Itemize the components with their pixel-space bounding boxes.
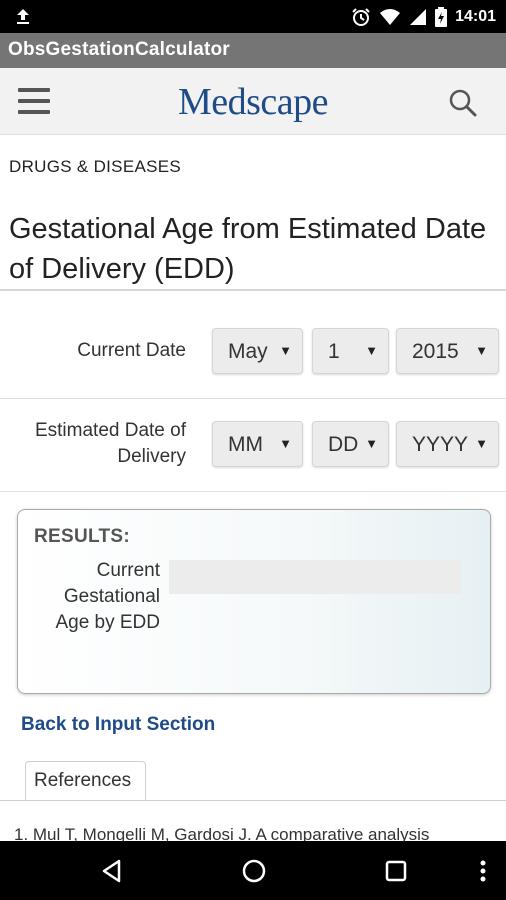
app-title-bar: ObsGestationCalculator: [0, 33, 506, 68]
edd-day-select[interactable]: DD ▼: [312, 421, 389, 467]
reference-item: 1. Mul T, Mongelli M, Gardosi J. A compa…: [14, 825, 430, 842]
current-month-select[interactable]: May ▼: [212, 328, 303, 374]
alarm-icon: [352, 8, 370, 26]
app-title: ObsGestationCalculator: [8, 39, 230, 60]
home-icon[interactable]: [239, 856, 269, 886]
site-header: Medscape: [0, 68, 506, 135]
upload-icon: [17, 9, 29, 24]
edd-day-value: DD: [328, 433, 359, 456]
current-year-select[interactable]: 2015 ▼: [396, 328, 499, 374]
dropdown-arrow-icon: ▼: [475, 343, 488, 358]
gestational-age-value: [169, 560, 461, 594]
dropdown-arrow-icon: ▼: [365, 436, 378, 451]
divider: [0, 398, 506, 399]
wifi-icon: [380, 9, 401, 25]
gestational-age-label: Current Gestational Age by EDD: [55, 560, 160, 633]
current-month-value: May: [228, 340, 268, 363]
divider: [0, 491, 506, 492]
clock: 14:01: [455, 8, 496, 25]
results-panel: RESULTS: Current Gestational Age by EDD: [17, 509, 491, 694]
dropdown-arrow-icon: ▼: [279, 343, 292, 358]
results-heading: RESULTS:: [34, 526, 130, 547]
current-date-label: Current Date: [77, 340, 186, 361]
search-icon[interactable]: [448, 88, 478, 118]
recents-icon[interactable]: [381, 856, 411, 886]
section-label: DRUGS & DISEASES: [9, 157, 182, 176]
current-day-value: 1: [328, 340, 340, 363]
divider: [0, 289, 506, 291]
edd-month-value: MM: [228, 433, 263, 456]
current-year-value: 2015: [412, 340, 459, 363]
medscape-logo[interactable]: Medscape: [0, 80, 506, 124]
battery-icon: [435, 7, 448, 27]
tab-references[interactable]: References: [25, 761, 146, 801]
signal-icon: [410, 9, 427, 25]
edd-year-select[interactable]: YYYY ▼: [396, 421, 499, 467]
dropdown-arrow-icon: ▼: [279, 436, 292, 451]
edd-month-select[interactable]: MM ▼: [212, 421, 303, 467]
dropdown-arrow-icon: ▼: [365, 343, 378, 358]
back-icon[interactable]: [97, 856, 127, 886]
status-bar: 14:01: [0, 0, 506, 33]
divider: [0, 800, 506, 801]
dropdown-arrow-icon: ▼: [475, 436, 488, 451]
navigation-bar: [0, 841, 506, 900]
edd-year-value: YYYY: [412, 433, 469, 456]
back-to-input-link[interactable]: Back to Input Section: [21, 714, 215, 736]
edd-label: Estimated Date of Delivery: [34, 420, 186, 467]
current-day-select[interactable]: 1 ▼: [312, 328, 389, 374]
more-icon[interactable]: [468, 856, 498, 886]
page-title: Gestational Age from Estimated Date of D…: [9, 213, 487, 285]
